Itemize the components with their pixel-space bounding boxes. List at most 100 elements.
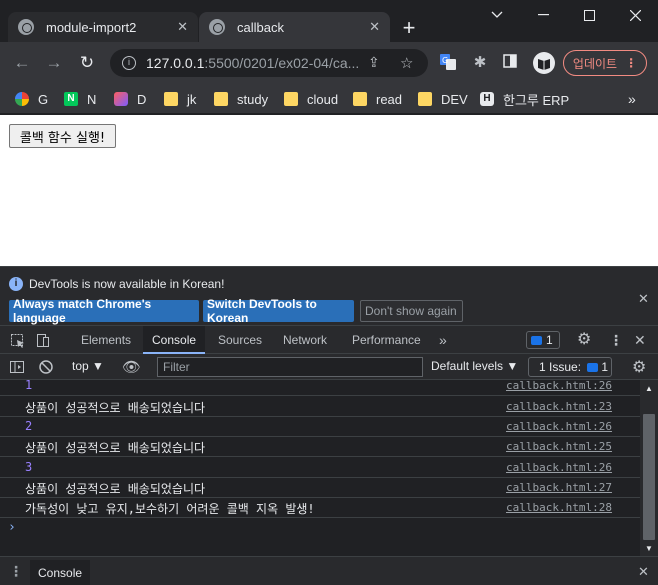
always-match-language-button[interactable]: Always match Chrome's language xyxy=(9,297,199,325)
folder-icon xyxy=(353,92,367,106)
update-button[interactable]: 업데이트 ⋮ xyxy=(563,50,647,76)
source-link[interactable]: callback.html:28 xyxy=(506,501,612,514)
scroll-up-icon[interactable]: ▲ xyxy=(645,384,653,393)
site-info-icon[interactable]: i xyxy=(122,56,136,70)
kebab-menu-icon[interactable]: ⋮ xyxy=(609,326,623,354)
tab-search-icon[interactable] xyxy=(474,0,520,30)
settings-gear-icon[interactable]: ⚙ xyxy=(577,326,591,354)
issues-badge[interactable]: 1 xyxy=(526,331,560,349)
devtools-tab-bar: Elements Console Sources Network Perform… xyxy=(0,325,658,354)
tab-sources[interactable]: Sources xyxy=(218,326,262,354)
eye-icon[interactable]: 👁 xyxy=(122,358,141,376)
bookmark-folder-dev[interactable]: DEV xyxy=(418,90,468,108)
tab-performance[interactable]: Performance xyxy=(352,326,421,354)
bookmark-folder-jk[interactable]: jk xyxy=(164,90,196,108)
source-link[interactable]: callback.html:25 xyxy=(506,440,612,453)
levels-value: Default levels xyxy=(431,359,504,373)
console-messages: 1 callback.html:26 상품이 성공적으로 배송되었습니다 cal… xyxy=(0,380,640,556)
bookmark-d[interactable]: D xyxy=(114,90,146,108)
device-toolbar-icon[interactable] xyxy=(35,326,51,354)
tab-elements[interactable]: Elements xyxy=(81,326,131,354)
folder-icon xyxy=(214,92,228,106)
source-link[interactable]: callback.html:27 xyxy=(506,481,612,494)
clear-console-icon[interactable] xyxy=(38,359,54,375)
tab-module-import2[interactable]: module-import2 ✕ xyxy=(8,12,198,42)
inspect-element-icon[interactable] xyxy=(10,326,26,354)
more-tabs-icon[interactable]: » xyxy=(439,326,447,354)
minimize-button[interactable] xyxy=(520,0,566,30)
bookmark-star-icon[interactable]: ☆ xyxy=(400,54,413,72)
close-tab-icon[interactable]: ✕ xyxy=(369,19,380,35)
side-panel-icon[interactable] xyxy=(503,54,521,72)
translate-icon[interactable]: G xyxy=(440,54,458,72)
maximize-button[interactable] xyxy=(566,0,612,30)
close-devtools-icon[interactable]: ✕ xyxy=(634,326,646,354)
console-scrollbar[interactable]: ▲ ▼ xyxy=(640,380,658,556)
drawer-menu-icon[interactable]: ⋮ xyxy=(9,563,23,580)
console-message: 상품이 성공적으로 배송되었습니다 callback.html:25 xyxy=(0,437,640,457)
page-viewport: 콜백 함수 실행! xyxy=(0,115,658,266)
drawer-tab-console[interactable]: Console xyxy=(30,560,90,585)
log-levels-select[interactable]: Default levels ▼ xyxy=(431,359,518,373)
message-text: 가독성이 낮고 유지,보수하기 어려운 콜백 지옥 발생! xyxy=(25,502,315,516)
close-tab-icon[interactable]: ✕ xyxy=(177,19,188,35)
avatar[interactable] xyxy=(533,52,555,74)
bookmark-label: jk xyxy=(187,91,197,107)
message-text: 2 xyxy=(25,419,33,433)
close-window-button[interactable] xyxy=(612,0,658,30)
scroll-down-icon[interactable]: ▼ xyxy=(645,544,653,553)
d-icon xyxy=(114,92,128,106)
bookmark-label: study xyxy=(237,91,269,107)
tab-callback[interactable]: callback ✕ xyxy=(199,12,390,42)
console-message: 1 callback.html:26 xyxy=(0,380,640,396)
dont-show-again-button[interactable]: Don't show again xyxy=(360,300,463,322)
console-prompt[interactable]: › xyxy=(8,520,16,535)
bookmark-n[interactable]: N N xyxy=(64,90,96,108)
sidebar-toggle-icon[interactable] xyxy=(9,359,25,375)
close-drawer-icon[interactable]: ✕ xyxy=(638,564,649,580)
message-text: 상품이 성공적으로 배송되었습니다 xyxy=(25,482,206,496)
bookmark-label: D xyxy=(137,91,147,107)
folder-icon xyxy=(164,92,178,106)
console-toolbar: top ▼ 👁 Filter Default levels ▼ 1 Issue:… xyxy=(0,354,658,380)
forward-arrow-icon[interactable]: → xyxy=(44,53,64,73)
console-settings-gear-icon[interactable]: ⚙ xyxy=(632,357,646,377)
context-select[interactable]: top ▼ xyxy=(72,359,104,373)
issues-counter[interactable]: 1 Issue: 1 xyxy=(528,357,612,377)
context-value: top xyxy=(72,359,89,373)
message-text: 상품이 성공적으로 배송되었습니다 xyxy=(25,441,206,455)
extensions-icon[interactable]: ✱ xyxy=(471,54,489,72)
dropdown-arrow-icon: ▼ xyxy=(506,359,519,373)
filter-input[interactable]: Filter xyxy=(157,357,423,377)
share-icon[interactable]: ⇪ xyxy=(368,54,380,71)
switch-devtools-korean-button[interactable]: Switch DevTools to Korean xyxy=(203,297,354,325)
naver-icon: N xyxy=(64,92,78,106)
dropdown-arrow-icon: ▼ xyxy=(92,359,104,373)
scroll-thumb[interactable] xyxy=(643,414,655,540)
message-text: 상품이 성공적으로 배송되었습니다 xyxy=(25,401,206,415)
close-icon[interactable]: ✕ xyxy=(638,291,649,307)
tab-strip: module-import2 ✕ callback ✕ + xyxy=(0,0,658,42)
bookmark-label: read xyxy=(376,91,403,107)
bookmark-folder-cloud[interactable]: cloud xyxy=(284,90,338,108)
back-arrow-icon[interactable]: ← xyxy=(12,53,32,73)
tab-network[interactable]: Network xyxy=(283,326,327,354)
bookmark-label: 한그루 ERP xyxy=(503,92,570,108)
source-link[interactable]: callback.html:26 xyxy=(506,380,612,392)
bookmark-label: DEV xyxy=(441,91,468,107)
run-callback-button[interactable]: 콜백 함수 실행! xyxy=(9,124,116,148)
bookmark-folder-study[interactable]: study xyxy=(214,90,268,108)
source-link[interactable]: callback.html:26 xyxy=(506,420,612,433)
source-link[interactable]: callback.html:26 xyxy=(506,461,612,474)
bookmark-folder-read[interactable]: read xyxy=(353,90,402,108)
source-link[interactable]: callback.html:23 xyxy=(506,400,612,413)
more-bookmarks-icon[interactable]: » xyxy=(628,90,636,108)
bookmark-erp[interactable]: H 한그루 ERP xyxy=(480,90,569,108)
update-label: 업데이트 xyxy=(572,56,618,71)
address-bar[interactable]: i 127.0.0.1:5500/0201/ex02-04/ca... ⇪ ☆ xyxy=(110,49,428,77)
new-tab-button[interactable]: + xyxy=(398,17,420,39)
bookmark-g[interactable]: G xyxy=(15,90,48,108)
reload-icon[interactable]: ↻ xyxy=(77,53,97,73)
issues-count: 1 xyxy=(601,360,609,374)
tab-console[interactable]: Console xyxy=(143,326,206,354)
